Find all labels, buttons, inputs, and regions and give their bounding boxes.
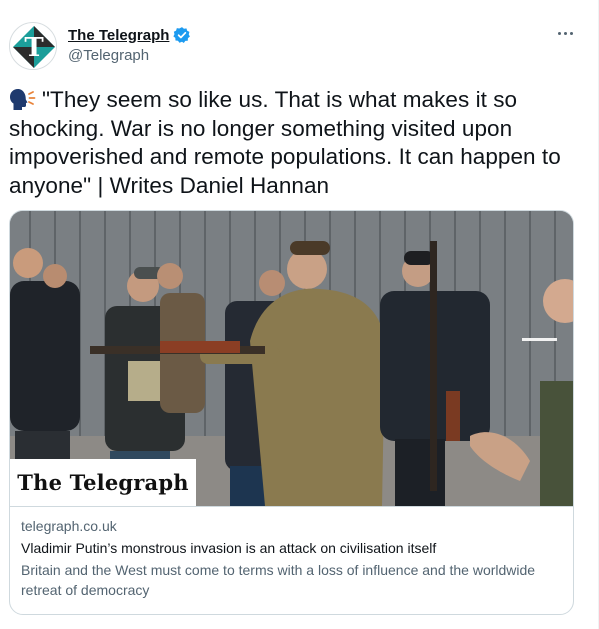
tweet-text: "They seem so like us. That is what make… (9, 86, 589, 200)
card-domain: telegraph.co.uk (21, 518, 117, 534)
tweet[interactable]: T The Telegraph @Telegraph "They seem so… (0, 0, 599, 629)
card-logo-overlay: The Telegraph (10, 459, 196, 506)
card-image[interactable]: The Telegraph (10, 211, 573, 506)
verified-badge-icon (173, 26, 191, 44)
card-body[interactable]: telegraph.co.uk Vladimir Putin’s monstro… (10, 506, 573, 614)
link-preview-card[interactable]: The Telegraph telegraph.co.uk Vladimir P… (9, 210, 574, 615)
card-description: Britain and the West must come to terms … (21, 562, 536, 598)
author-block: The Telegraph @Telegraph (68, 25, 191, 64)
author-avatar[interactable]: T (9, 22, 57, 70)
speaking-head-emoji-icon (9, 87, 36, 111)
tweet-body-text: "They seem so like us. That is what make… (9, 87, 561, 198)
card-title: Vladimir Putin’s monstrous invasion is a… (21, 540, 437, 556)
telegraph-t-logo-icon: T (11, 24, 56, 69)
card-logo-text: The Telegraph (17, 470, 189, 495)
name-row: The Telegraph (68, 25, 191, 45)
svg-text:T: T (24, 33, 44, 63)
author-display-name[interactable]: The Telegraph (68, 27, 169, 44)
author-handle[interactable]: @Telegraph (68, 47, 191, 64)
more-horizontal-icon[interactable] (554, 22, 576, 44)
